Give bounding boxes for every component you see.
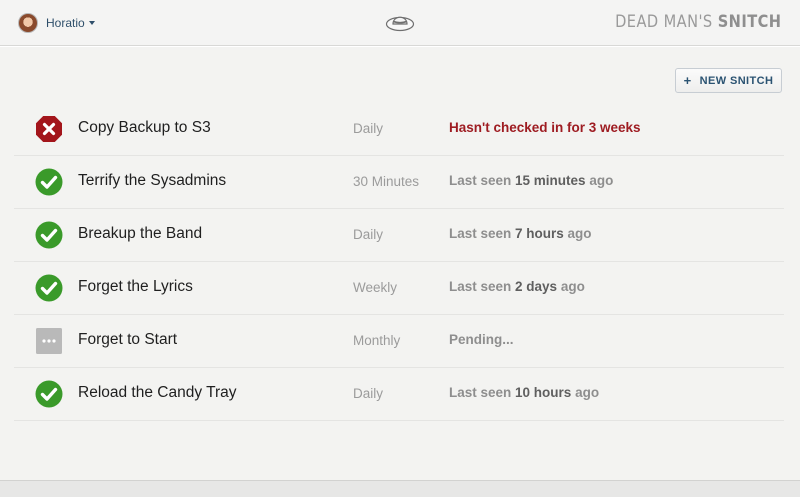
snitch-last-seen: Pending... (449, 332, 514, 347)
snitch-interval: Daily (353, 386, 384, 401)
brand-light-text: DEAD MAN'S (614, 12, 718, 32)
user-name: Horatio (46, 16, 85, 30)
snitch-last-seen: Last seen 7 hours ago (449, 226, 592, 241)
x-octagon-icon (36, 116, 62, 142)
snitch-row[interactable]: Terrify the Sysadmins 30 Minutes Last se… (14, 156, 784, 209)
top-bar: Horatio DEAD MAN'S SNITCH (0, 0, 800, 46)
snitch-interval: Monthly (353, 333, 401, 348)
hat-icon (385, 16, 415, 32)
check-circle-icon (35, 221, 63, 249)
snitch-list: Copy Backup to S3 Daily Hasn't checked i… (14, 103, 784, 421)
check-circle-icon (35, 274, 63, 302)
snitch-row[interactable]: Forget the Lyrics Weekly Last seen 2 day… (14, 262, 784, 315)
snitch-last-seen: Last seen 10 hours ago (449, 385, 600, 400)
check-circle-icon (35, 168, 63, 196)
snitch-interval: 30 Minutes (353, 174, 420, 189)
snitch-last-seen: Last seen 2 days ago (449, 279, 585, 294)
snitch-name: Reload the Candy Tray (78, 384, 237, 401)
snitch-name: Forget the Lyrics (78, 278, 193, 295)
snitch-last-seen: Last seen 15 minutes ago (449, 173, 614, 188)
snitch-row[interactable]: Reload the Candy Tray Daily Last seen 10… (14, 368, 784, 421)
brand-logo: DEAD MAN'S SNITCH (615, 12, 781, 32)
new-snitch-label: NEW SNITCH (699, 74, 774, 87)
snitch-name: Breakup the Band (78, 225, 203, 242)
check-circle-icon (35, 380, 63, 408)
snitch-row[interactable]: Copy Backup to S3 Daily Hasn't checked i… (14, 103, 784, 156)
plus-icon: + (683, 73, 692, 88)
pending-icon (36, 328, 62, 354)
snitch-row[interactable]: Forget to Start Monthly Pending... (14, 315, 784, 368)
snitch-last-seen: Hasn't checked in for 3 weeks (449, 120, 641, 135)
footer-bar (0, 480, 800, 497)
new-snitch-button[interactable]: + NEW SNITCH (675, 68, 782, 93)
chevron-down-icon (88, 21, 95, 25)
snitch-name: Terrify the Sysadmins (78, 172, 227, 189)
avatar (18, 13, 38, 33)
snitch-interval: Weekly (353, 280, 398, 295)
brand-strong-text: SNITCH (717, 12, 781, 32)
user-menu[interactable]: Horatio (18, 12, 95, 34)
snitch-row[interactable]: Breakup the Band Daily Last seen 7 hours… (14, 209, 784, 262)
snitch-interval: Daily (353, 227, 384, 242)
snitch-name: Forget to Start (78, 331, 178, 348)
snitch-name: Copy Backup to S3 (78, 119, 211, 136)
snitch-interval: Daily (353, 121, 384, 136)
